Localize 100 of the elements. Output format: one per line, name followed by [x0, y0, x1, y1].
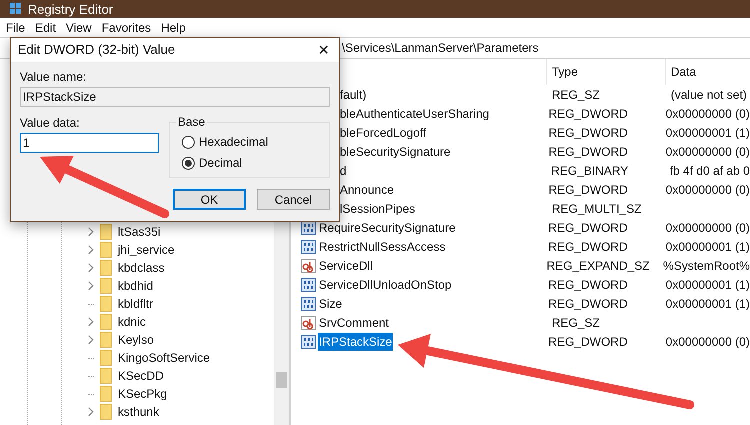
value-type: REG_DWORD [548, 144, 628, 158]
value-name[interactable]: SrvComment [318, 314, 390, 332]
chevron-icon[interactable] [88, 245, 94, 255]
group-label: Base [176, 115, 208, 129]
value-name[interactable]: bleForcedLogoff [339, 124, 428, 142]
value-name[interactable]: RequireSecuritySignature [318, 218, 457, 236]
folder-icon [100, 314, 112, 330]
tree-item[interactable]: kbldfltr [62, 295, 274, 313]
value-type: REG_DWORD [548, 106, 628, 120]
tree-item-label: KingoSoftService [118, 350, 210, 367]
tree-item-label: kbldfltr [118, 296, 154, 313]
tree-item[interactable]: kbdhid [62, 277, 274, 295]
value-name[interactable]: bleSecuritySignature [339, 142, 452, 160]
value-name[interactable]: lSessionPipes [339, 200, 416, 218]
folder-icon [100, 296, 112, 312]
tree-item-label: KSecPkg [118, 386, 168, 403]
window-title: Registry Editor [28, 2, 114, 16]
tree-item[interactable]: ksthunk [62, 403, 274, 421]
menu-item[interactable]: File [6, 22, 26, 34]
value-data: 0x00000000 (0) [666, 182, 750, 196]
value-data: %SystemRoot% [663, 258, 750, 272]
radio-button[interactable] [182, 156, 195, 170]
tree-item-label: jhi_service [118, 242, 175, 259]
radio-option[interactable]: Decimal [182, 154, 317, 172]
close-button[interactable]: ✕ [309, 38, 339, 62]
field-label: Value name: [20, 70, 88, 84]
tree-item-label: Keylso [118, 332, 154, 349]
column-header[interactable]: Type [547, 59, 666, 85]
folder-icon [100, 224, 112, 240]
value-type: REG_SZ [552, 316, 600, 330]
value-name[interactable]: d [339, 162, 348, 180]
tree-item-label: kdnic [118, 314, 146, 331]
chevron-icon[interactable] [88, 335, 94, 345]
folder-icon [100, 368, 112, 384]
column-header[interactable]: Data [666, 59, 750, 85]
folder-icon [100, 260, 112, 276]
value-type: REG_SZ [552, 88, 600, 102]
text-value-icon [301, 316, 316, 330]
value-type: REG_DWORD [548, 220, 628, 234]
folder-icon [100, 350, 112, 366]
value-name[interactable]: fault) [339, 86, 368, 104]
value-type: REG_MULTI_SZ [552, 202, 642, 216]
value-data: 0x00000001 (1) [666, 240, 750, 254]
app-icon [10, 3, 22, 15]
value-type: REG_DWORD [548, 278, 628, 292]
value-data: 0x00000000 (0) [666, 220, 750, 234]
chevron-icon[interactable] [88, 407, 94, 417]
value-type: REG_DWORD [548, 296, 628, 310]
value-data: fb 4f d0 af ab 0 [670, 164, 750, 178]
dialog-button[interactable]: OK [173, 189, 246, 210]
menu-item[interactable]: Edit [35, 22, 56, 34]
tree-item[interactable]: KingoSoftService [62, 349, 274, 367]
chevron-icon[interactable] [88, 263, 94, 273]
value-type: REG_DWORD [548, 334, 628, 348]
folder-icon [100, 404, 112, 420]
value-data-input[interactable]: 1 [20, 133, 159, 153]
radio-option[interactable]: Hexadecimal [182, 133, 317, 151]
value-name[interactable]: ServiceDllUnloadOnStop [318, 276, 453, 294]
value-type: REG_DWORD [548, 182, 628, 196]
menu-item[interactable]: Favorites [102, 22, 152, 34]
value-type: REG_BINARY [551, 164, 628, 178]
menu-item[interactable]: Help [161, 22, 186, 34]
tree-item-label: kbdhid [118, 278, 154, 295]
value-name[interactable]: RestrictNullSessAccess [318, 238, 447, 256]
tree-item[interactable]: KSecDD [62, 367, 274, 385]
value-name[interactable]: Size [318, 294, 344, 312]
tree-item[interactable]: jhi_service [62, 241, 274, 259]
tree-item[interactable]: kdnic [62, 313, 274, 331]
chevron-icon[interactable] [88, 227, 94, 237]
value-name[interactable]: bleAuthenticateUserSharing [339, 104, 490, 122]
dialog-title: Edit DWORD (32-bit) Value [18, 41, 176, 60]
value-data: 0x00000001 (1) [666, 278, 750, 292]
address-text: \Services\LanmanServer\Parameters [342, 40, 539, 57]
radio-button[interactable] [182, 136, 195, 148]
tree-item[interactable]: KSecPkg [62, 385, 274, 403]
value-name[interactable]: ServiceDll [318, 256, 374, 274]
value-data: 0x00000000 (0) [666, 106, 750, 120]
folder-icon [100, 386, 112, 402]
dialog-button[interactable]: Cancel [257, 189, 330, 210]
tree-item[interactable]: ltSas35i [62, 223, 274, 241]
value-data: 0x00000000 (0) [666, 334, 750, 348]
tree-item[interactable]: Keylso [62, 331, 274, 349]
binary-value-icon [301, 296, 316, 310]
radio-label: Decimal [199, 155, 242, 172]
value-name-field[interactable]: IRPStackSize [20, 87, 330, 107]
menu-item[interactable]: View [66, 22, 92, 34]
folder-icon [100, 278, 112, 294]
text-value-icon [301, 258, 316, 272]
tree-item[interactable]: kbdclass [62, 259, 274, 277]
chevron-icon[interactable] [88, 281, 94, 291]
value-name[interactable]: Announce [339, 180, 396, 198]
value-data: (value not set) [671, 88, 748, 102]
value-data: 0x00000000 (0) [666, 144, 750, 158]
value-name[interactable]: IRPStackSize [318, 332, 394, 350]
scrollbar-thumb[interactable] [276, 372, 287, 388]
binary-value-icon [301, 220, 316, 234]
value-type: REG_EXPAND_SZ [546, 258, 650, 272]
tree-item-label: KSecDD [118, 368, 164, 385]
tree-item-label: kbdclass [118, 260, 165, 277]
chevron-icon[interactable] [88, 317, 94, 327]
